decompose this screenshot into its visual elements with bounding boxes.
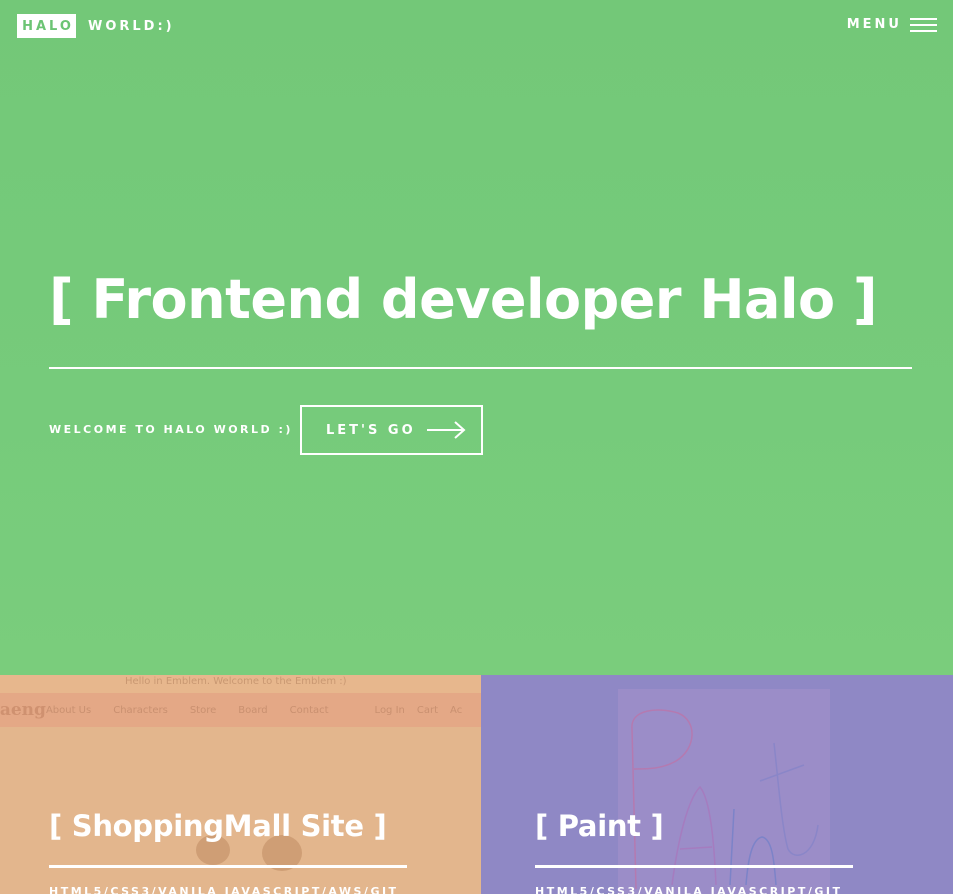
shop-preview-nav-item: Contact: [289, 704, 329, 716]
shop-preview-nav-item: Store: [189, 704, 217, 716]
hero-section: HALO WORLD:) MENU [ Frontend developer H…: [0, 0, 953, 675]
logo-text: WORLD:): [88, 18, 175, 34]
hero-divider: [49, 367, 912, 369]
site-header: HALO WORLD:) MENU: [0, 0, 953, 52]
shop-preview-nav-item: Board: [238, 704, 268, 716]
logo[interactable]: HALO WORLD:): [17, 14, 175, 38]
shop-preview-nav-right: Ac: [450, 704, 463, 716]
logo-box: HALO: [17, 14, 76, 38]
lets-go-button[interactable]: LET'S GO: [300, 405, 483, 455]
project-title: [ ShoppingMall Site ]: [49, 809, 387, 843]
project-divider: [49, 865, 407, 868]
project-divider: [535, 865, 853, 868]
lets-go-label: LET'S GO: [326, 422, 416, 438]
menu-label: MENU: [846, 17, 902, 32]
project-card-shoppingmall[interactable]: Hello in Emblem. Welcome to the Emblem :…: [0, 675, 481, 894]
shop-preview-nav-right: Cart: [416, 704, 439, 716]
paint-doodle: [631, 709, 819, 890]
paint-preview: [618, 689, 830, 894]
shop-preview-banner: Hello in Emblem. Welcome to the Emblem :…: [0, 675, 481, 693]
project-title: [ Paint ]: [535, 809, 664, 843]
shop-preview-brand: taeng: [0, 700, 46, 720]
shop-preview-nav: taeng About Us Characters Store Board Co…: [0, 693, 481, 727]
hamburger-icon: [910, 17, 937, 32]
project-tags: HTML5/CSS3/VANILA JAVASCRIPT/GIT: [535, 885, 843, 894]
shop-preview-nav-item: About Us: [45, 704, 92, 716]
arrow-right-icon: [426, 421, 466, 439]
project-tags: HTML5/CSS3/VANILA JAVASCRIPT/AWS/GIT: [49, 885, 399, 894]
hero-title: [ Frontend developer Halo ]: [49, 268, 878, 331]
welcome-text: WELCOME TO HALO WORLD :): [49, 423, 293, 436]
shop-preview-nav-item: Characters: [113, 704, 168, 716]
project-card-paint[interactable]: [ Paint ] HTML5/CSS3/VANILA JAVASCRIPT/G…: [481, 675, 953, 894]
shop-preview-nav-right: Log In: [374, 704, 405, 716]
menu-button[interactable]: MENU: [847, 17, 937, 32]
